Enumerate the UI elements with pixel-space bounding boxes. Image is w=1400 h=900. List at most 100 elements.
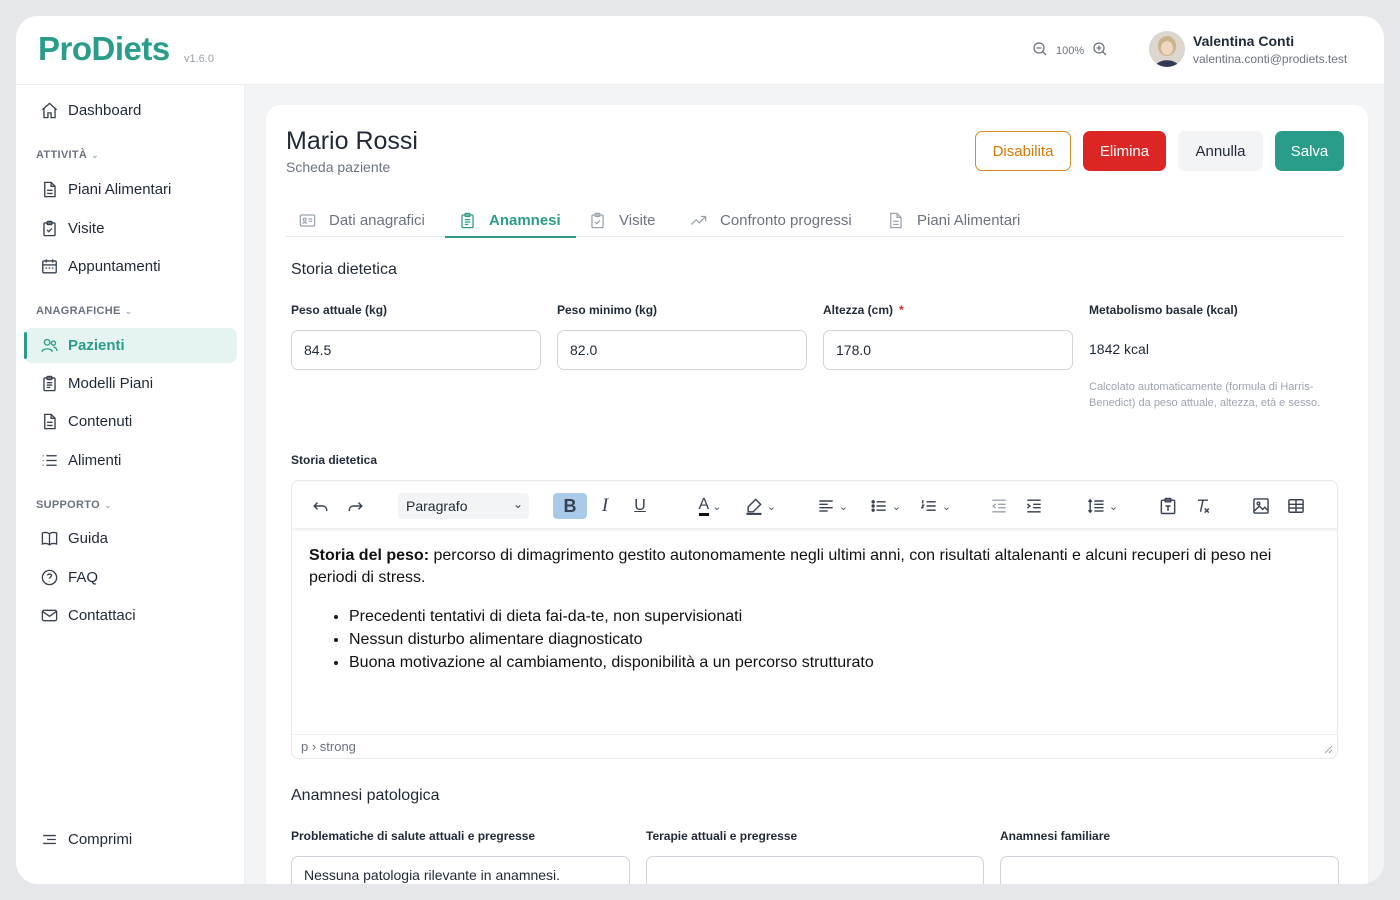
sidebar-item-label: Piani Alimentari (68, 181, 172, 198)
sidebar-item-piani-alimentari[interactable]: Piani Alimentari (24, 172, 237, 207)
section-supporto[interactable]: SUPPORTO ⌄ (36, 499, 112, 511)
problematiche-label: Problematiche di salute attuali e pregre… (291, 829, 536, 843)
section-anagrafiche[interactable]: ANAGRAFICHE ⌄ (36, 305, 132, 317)
sidebar-item-label: FAQ (68, 569, 99, 586)
editor-bold-text: Storia del peso: (309, 547, 430, 564)
sidebar-item-label: Contattaci (68, 607, 136, 624)
document-icon (890, 212, 902, 228)
indent-icon[interactable] (1023, 493, 1045, 519)
sidebar-item-contattaci[interactable]: Contattaci (24, 598, 237, 633)
metabolismo-hint: Calcolato automaticamente (formula di Ha… (1089, 381, 1321, 409)
italic-button[interactable]: I (594, 493, 616, 519)
peso-minimo-input[interactable]: 82.0 (557, 330, 807, 370)
disable-button[interactable]: Disabilita (975, 131, 1071, 171)
redo-icon[interactable] (345, 493, 367, 519)
app-logo[interactable]: ProDiets (38, 30, 170, 68)
question-circle-icon (41, 569, 58, 586)
text-color-button[interactable]: A ⌄ (689, 493, 731, 519)
sidebar-item-label: Guida (68, 530, 109, 547)
section-title: SUPPORTO (36, 499, 100, 511)
delete-button[interactable]: Elimina (1083, 131, 1166, 171)
cancel-button[interactable]: Annulla (1178, 131, 1263, 171)
sidebar-item-alimenti[interactable]: Alimenti (24, 443, 237, 478)
tab-dati-anagrafici[interactable]: Dati anagrafici (298, 203, 425, 237)
block-format-select[interactable]: Paragrafo ⌄ (398, 493, 529, 519)
numbered-list-button[interactable]: ⌄ (914, 493, 956, 519)
sidebar-item-pazienti[interactable]: Pazienti (24, 328, 237, 363)
editor-label: Storia dietetica (291, 453, 378, 467)
section-attivita[interactable]: ATTIVITÀ ⌄ (36, 149, 99, 161)
zoom-controls: 100% (1032, 41, 1108, 60)
insert-table-icon[interactable] (1284, 493, 1308, 519)
terapie-textarea[interactable] (646, 856, 984, 884)
tab-anamnesi[interactable]: Anamnesi (445, 203, 576, 238)
id-card-icon (299, 213, 316, 227)
numbered-list-icon (920, 500, 936, 511)
altezza-label-text: Altezza (cm) (823, 303, 894, 317)
peso-attuale-input[interactable]: 84.5 (291, 330, 541, 370)
align-button[interactable]: ⌄ (813, 493, 851, 519)
sidebar-item-modelli-piani[interactable]: Modelli Piani (24, 366, 237, 401)
zoom-in-icon[interactable] (1092, 41, 1108, 60)
collapse-label: Comprimi (68, 831, 133, 848)
tab-label: Anamnesi (489, 211, 561, 229)
tab-label: Visite (619, 211, 656, 229)
editor-text: percorso di dimagrimento gestito autonom… (309, 547, 1272, 586)
block-format-value: Paragrafo (406, 498, 468, 514)
chevron-down-icon: ⌄ (712, 500, 722, 513)
align-left-icon (819, 500, 833, 512)
editor-content[interactable]: Storia del peso: percorso di dimagriment… (309, 545, 1319, 674)
bold-button[interactable]: B (553, 493, 587, 519)
clipboard-check-icon (43, 220, 56, 237)
insert-image-icon[interactable] (1249, 493, 1273, 519)
clear-formatting-icon[interactable] (1191, 493, 1215, 519)
patient-card: Mario Rossi Scheda paziente Disabilita E… (266, 105, 1368, 884)
problematiche-textarea[interactable]: Nessuna patologia rilevante in anamnesi. (291, 856, 630, 884)
sidebar-item-label: Pazienti (68, 337, 125, 354)
clipboard-list-icon (43, 375, 56, 392)
sidebar-item-dashboard[interactable]: Dashboard (24, 93, 237, 128)
chevron-down-icon: ⌄ (91, 149, 99, 160)
sidebar: Dashboard ATTIVITÀ ⌄ Piani Alimentari Vis… (16, 85, 245, 884)
sidebar-item-contenuti[interactable]: Contenuti (24, 404, 237, 439)
highlight-button[interactable]: ⌄ (739, 493, 781, 519)
required-mark: * (899, 303, 904, 317)
paste-text-icon[interactable] (1156, 493, 1180, 519)
sidebar-item-guida[interactable]: Guida (24, 521, 237, 556)
bold-icon: B (563, 495, 577, 516)
top-bar: ProDiets v1.6.0 100% Valentina Conti val… (16, 16, 1384, 85)
bullet-list-button[interactable]: ⌄ (864, 493, 906, 519)
tab-confronto-progressi[interactable]: Confronto progressi (689, 203, 852, 237)
anamnesi-familiare-textarea[interactable] (1000, 856, 1339, 884)
element-path[interactable]: p › strong (301, 739, 356, 754)
page-subtitle: Scheda paziente (286, 159, 391, 175)
line-height-button[interactable]: ⌄ (1082, 493, 1122, 519)
outdent-icon[interactable] (988, 493, 1010, 519)
users-icon (41, 338, 58, 353)
trending-up-icon (690, 215, 707, 225)
home-icon (41, 102, 58, 119)
line-height-icon (1087, 498, 1104, 514)
tab-visite[interactable]: Visite (588, 203, 655, 237)
sidebar-collapse-button[interactable]: Comprimi (24, 822, 237, 857)
underline-icon: U (634, 497, 646, 514)
editor-bullet-list: Precedenti tentativi di dieta fai-da-te,… (309, 605, 1319, 674)
zoom-out-icon[interactable] (1032, 41, 1048, 60)
sidebar-item-visite[interactable]: Visite (24, 211, 237, 246)
tab-bar: Dati anagrafici Anamnesi Visite Confront… (286, 203, 1344, 238)
sidebar-item-label: Alimenti (68, 452, 122, 469)
undo-icon[interactable] (309, 493, 331, 519)
list-item: Buona motivazione al cambiamento, dispon… (349, 651, 1319, 674)
chevron-down-icon: ⌄ (512, 497, 523, 511)
italic-icon: I (601, 495, 609, 516)
resize-handle-icon[interactable] (1323, 744, 1333, 754)
user-avatar[interactable] (1149, 31, 1185, 67)
save-button[interactable]: Salva (1275, 131, 1344, 171)
sidebar-item-faq[interactable]: FAQ (24, 560, 237, 595)
chevron-down-icon: ⌄ (766, 500, 777, 513)
altezza-input[interactable]: 178.0 (823, 330, 1073, 370)
sidebar-item-appuntamenti[interactable]: Appuntamenti (24, 249, 237, 284)
underline-button[interactable]: U (629, 493, 651, 519)
user-name[interactable]: Valentina Conti (1193, 33, 1294, 49)
tab-piani-alimentari[interactable]: Piani Alimentari (886, 203, 1020, 237)
